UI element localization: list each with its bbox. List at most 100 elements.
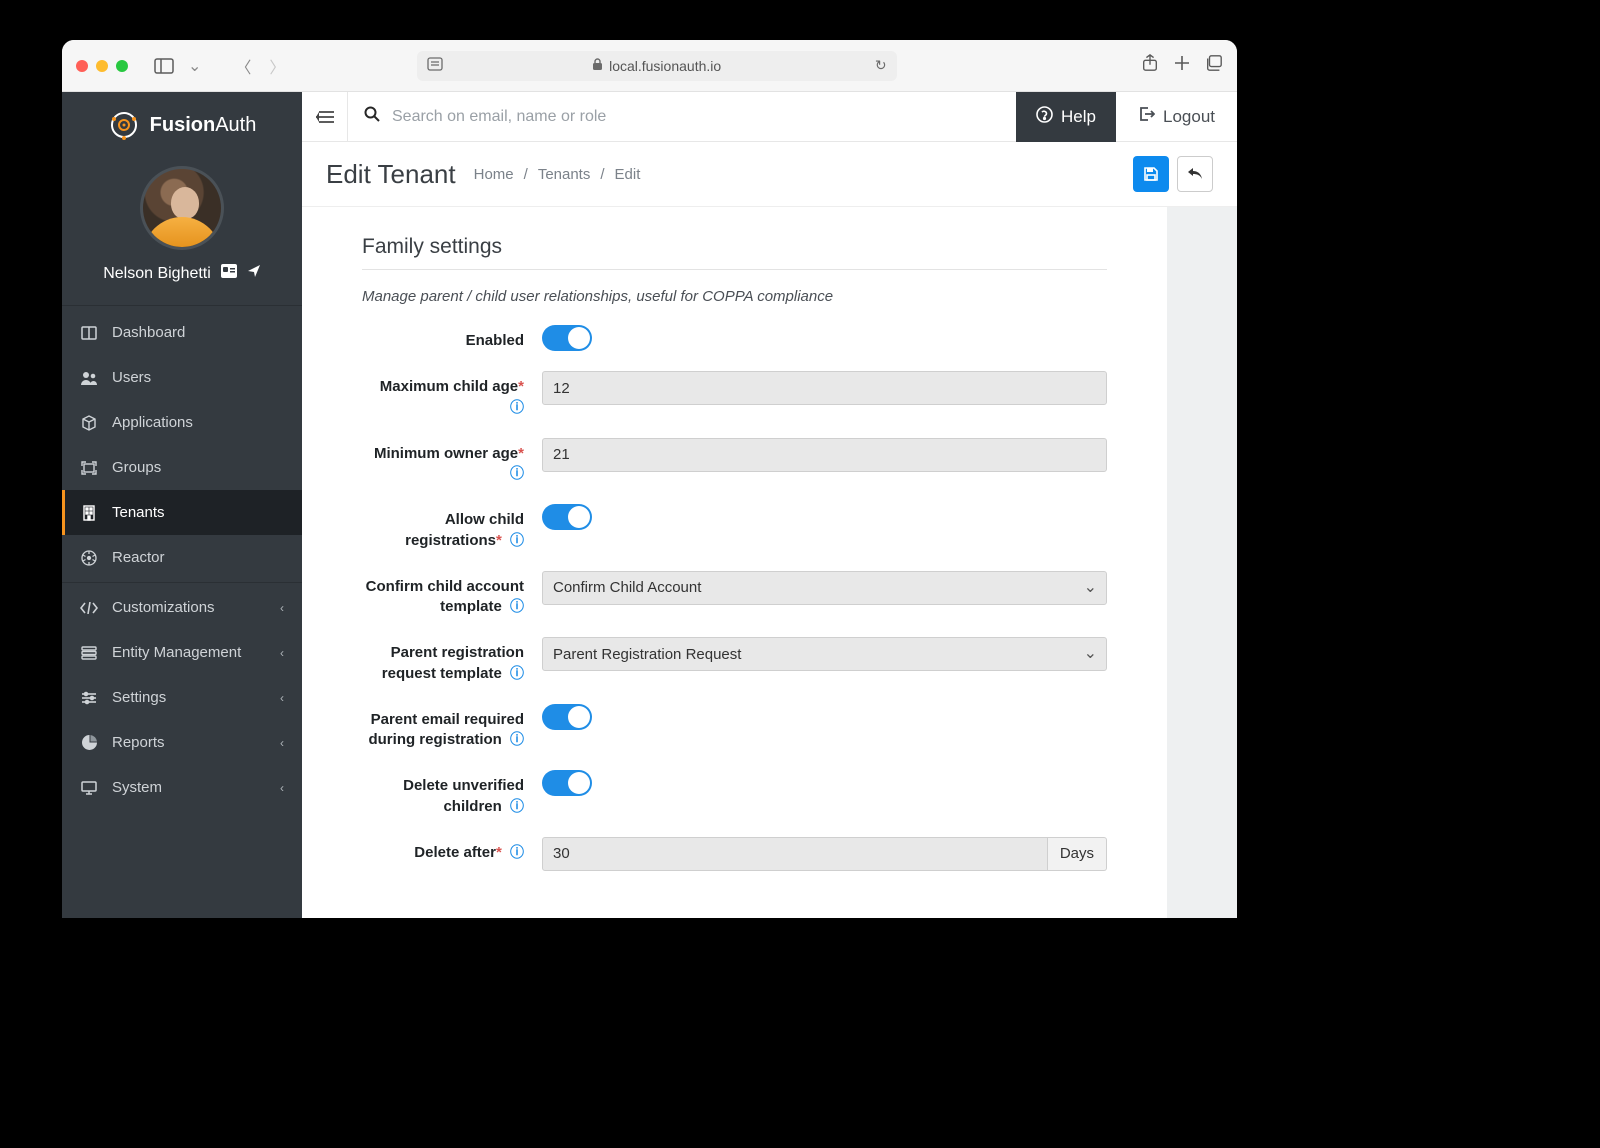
label-max-child-age: Maximum child age xyxy=(380,378,518,395)
vcard-icon[interactable] xyxy=(221,264,237,283)
logout-label: Logout xyxy=(1163,107,1215,127)
brand-logo[interactable]: FusionAuth xyxy=(62,92,302,158)
sidebar-item-label: Applications xyxy=(112,414,193,431)
share-icon[interactable] xyxy=(1141,54,1159,77)
toggle-allow-child-reg[interactable] xyxy=(542,504,592,530)
sidebar-item-system[interactable]: System ‹ xyxy=(62,765,302,810)
page-header: Edit Tenant Home/ Tenants/ Edit xyxy=(302,142,1237,207)
info-icon[interactable]: ⓘ xyxy=(510,398,524,417)
close-window-button[interactable] xyxy=(76,60,88,72)
url-bar[interactable]: local.fusionauth.io ↻ xyxy=(417,51,897,81)
label-enabled: Enabled xyxy=(466,332,524,349)
sidebar-item-groups[interactable]: Groups xyxy=(62,445,302,490)
sidebar-item-label: System xyxy=(112,779,162,796)
sidebar-item-label: Groups xyxy=(112,459,161,476)
info-icon[interactable]: ⓘ xyxy=(510,597,524,616)
zoom-window-button[interactable] xyxy=(116,60,128,72)
chevron-left-icon: ‹ xyxy=(280,781,284,795)
select-parent-reg-tpl[interactable]: Parent Registration Request xyxy=(542,637,1107,671)
search-bar xyxy=(348,106,1016,127)
toggle-parent-email-req[interactable] xyxy=(542,704,592,730)
lock-icon xyxy=(592,58,603,74)
input-delete-after[interactable] xyxy=(542,837,1048,871)
breadcrumb: Home/ Tenants/ Edit xyxy=(474,166,641,183)
groups-icon xyxy=(80,461,98,475)
search-icon xyxy=(364,106,380,127)
sidebar-item-entity-management[interactable]: Entity Management ‹ xyxy=(62,630,302,675)
dashboard-icon xyxy=(80,326,98,340)
label-parent-email-req: Parent email required during registratio… xyxy=(368,711,524,748)
right-gutter-bg xyxy=(1167,207,1237,918)
browser-window: ⌄ 〈 〉 local.fusionauth.io ↻ xyxy=(62,40,1237,918)
sidebar-item-settings[interactable]: Settings ‹ xyxy=(62,675,302,720)
avatar[interactable] xyxy=(140,166,224,250)
chevron-left-icon: ‹ xyxy=(280,601,284,615)
info-icon[interactable]: ⓘ xyxy=(510,531,524,550)
user-name: Nelson Bighetti xyxy=(103,265,211,283)
sidebar-item-label: Users xyxy=(112,369,151,386)
search-input[interactable] xyxy=(392,108,1000,126)
undo-icon xyxy=(1187,167,1203,181)
chevron-left-icon: ‹ xyxy=(280,691,284,705)
sidebar-item-label: Reactor xyxy=(112,549,165,566)
breadcrumb-home[interactable]: Home xyxy=(474,166,514,183)
label-delete-after: Delete after xyxy=(414,844,496,861)
info-icon[interactable]: ⓘ xyxy=(510,664,524,683)
toggle-enabled[interactable] xyxy=(542,325,592,351)
back-button[interactable] xyxy=(1177,156,1213,192)
info-icon[interactable]: ⓘ xyxy=(510,730,524,749)
content-area: Family settings Manage parent / child us… xyxy=(302,207,1237,918)
sidebar-item-label: Dashboard xyxy=(112,324,185,341)
breadcrumb-tenants[interactable]: Tenants xyxy=(538,166,591,183)
new-tab-icon[interactable] xyxy=(1173,54,1191,77)
sidebar-item-reactor[interactable]: Reactor xyxy=(62,535,302,580)
collapse-sidebar-button[interactable] xyxy=(302,92,348,142)
input-max-child-age[interactable] xyxy=(542,371,1107,405)
chevron-left-icon: ‹ xyxy=(280,646,284,660)
label-parent-reg-tpl: Parent registration request template xyxy=(382,644,524,681)
help-button[interactable]: Help xyxy=(1016,92,1116,142)
sidebar-item-applications[interactable]: Applications xyxy=(62,400,302,445)
main: Help Logout Edit Tenant Home/ Tenants/ E… xyxy=(302,92,1237,918)
fusionauth-logo-icon xyxy=(108,109,140,141)
sidebar-item-customizations[interactable]: Customizations ‹ xyxy=(62,585,302,630)
code-icon xyxy=(80,602,98,614)
select-confirm-child-tpl[interactable]: Confirm Child Account xyxy=(542,571,1107,605)
input-min-owner-age[interactable] xyxy=(542,438,1107,472)
sidebar-item-reports[interactable]: Reports ‹ xyxy=(62,720,302,765)
titlebar-dropdown-icon[interactable]: ⌄ xyxy=(184,56,205,76)
label-confirm-child-tpl: Confirm child account template xyxy=(366,578,524,615)
save-button[interactable] xyxy=(1133,156,1169,192)
reader-mode-icon[interactable] xyxy=(427,57,443,74)
forward-button: 〉 xyxy=(265,54,289,78)
logout-button[interactable]: Logout xyxy=(1116,92,1237,142)
info-icon[interactable]: ⓘ xyxy=(510,843,524,862)
sidebar-item-label: Tenants xyxy=(112,504,165,521)
sidebar-item-tenants[interactable]: Tenants xyxy=(62,490,302,535)
back-button[interactable]: 〈 xyxy=(231,54,255,78)
info-icon[interactable]: ⓘ xyxy=(510,797,524,816)
sidebar-toggle-icon[interactable] xyxy=(154,57,174,75)
section-title: Family settings xyxy=(362,207,1107,270)
sidebar-item-dashboard[interactable]: Dashboard xyxy=(62,310,302,355)
sidebar-item-label: Reports xyxy=(112,734,165,751)
sidebar-item-label: Entity Management xyxy=(112,644,241,661)
profile-block: Nelson Bighetti xyxy=(62,158,302,306)
sidebar-item-label: Customizations xyxy=(112,599,215,616)
browser-titlebar: ⌄ 〈 〉 local.fusionauth.io ↻ xyxy=(62,40,1237,92)
help-icon xyxy=(1036,106,1053,128)
label-allow-child-reg: Allow child registrations xyxy=(405,511,524,548)
info-icon[interactable]: ⓘ xyxy=(510,464,524,483)
toggle-delete-unverified[interactable] xyxy=(542,770,592,796)
topbar: Help Logout xyxy=(302,92,1237,142)
reactor-icon xyxy=(80,550,98,566)
tabs-overview-icon[interactable] xyxy=(1205,54,1223,77)
minimize-window-button[interactable] xyxy=(96,60,108,72)
sliders-icon xyxy=(80,691,98,705)
page-title: Edit Tenant xyxy=(326,159,456,190)
reload-icon[interactable]: ↻ xyxy=(875,57,887,74)
location-arrow-icon[interactable] xyxy=(247,264,261,283)
monitor-icon xyxy=(80,781,98,795)
sidebar-item-users[interactable]: Users xyxy=(62,355,302,400)
chevron-left-icon: ‹ xyxy=(280,736,284,750)
